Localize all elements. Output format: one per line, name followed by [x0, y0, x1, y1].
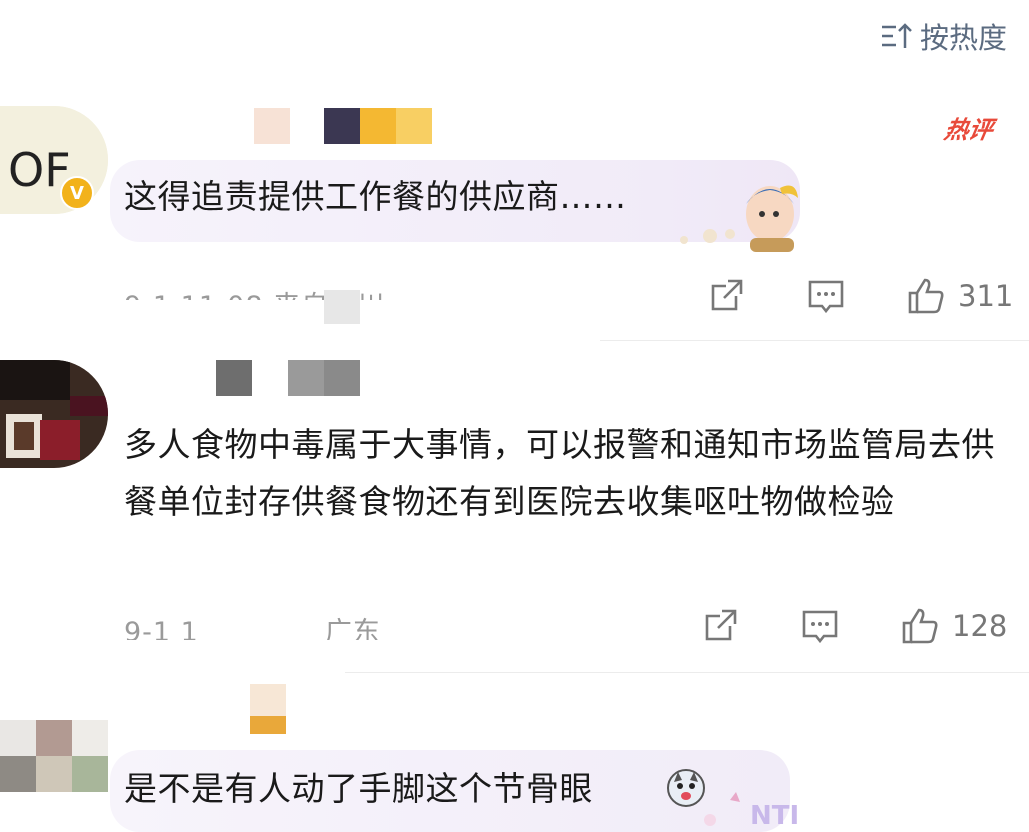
like-button[interactable]: 128 — [900, 606, 1007, 646]
share-button[interactable] — [700, 606, 740, 646]
sort-icon — [881, 23, 912, 48]
share-button[interactable] — [706, 276, 746, 316]
hot-comment-tag: 热评 — [942, 116, 996, 144]
comment-icon — [808, 280, 844, 314]
like-count: 128 — [952, 609, 1008, 643]
comment-meta: 9-1 1 广东 — [124, 610, 381, 640]
sort-by-heat-button[interactable]: 按热度 — [880, 14, 1007, 58]
username-mosaic[interactable] — [216, 360, 366, 396]
decorative-sticker-icon: NTI — [690, 790, 810, 832]
divider — [345, 672, 1029, 673]
verified-badge-icon: V — [60, 176, 94, 210]
share-icon — [705, 609, 737, 641]
share-icon — [711, 279, 743, 311]
comment-time: 9-1 1 — [124, 617, 199, 640]
divider — [600, 340, 1029, 341]
like-count: 311 — [958, 279, 1014, 313]
girl-with-pearl-sticker-icon — [670, 174, 810, 258]
thumbs-up-icon — [902, 608, 938, 644]
avatar[interactable] — [0, 360, 108, 468]
avatar[interactable] — [0, 720, 108, 828]
reply-button[interactable] — [806, 276, 846, 316]
username-mosaic[interactable] — [210, 684, 300, 734]
comment-text: 这得追责提供工作餐的供应商…… — [124, 177, 627, 216]
reply-button[interactable] — [800, 606, 840, 646]
comment-icon — [802, 610, 838, 644]
thumbs-up-icon — [908, 278, 944, 314]
comment-text: 多人食物中毒属于大事情，可以报警和通知市场监管局去供餐单位封存供餐食物还有到医院… — [124, 425, 995, 521]
comment-actions: 311 — [706, 276, 1013, 316]
meta-mosaic — [324, 290, 360, 324]
sort-label: 按热度 — [919, 21, 1007, 55]
comment-actions: 128 — [700, 606, 1007, 646]
comment-location: 广东 — [324, 617, 381, 640]
svg-text:NTI: NTI — [750, 801, 799, 828]
username-mosaic[interactable] — [210, 108, 440, 144]
like-button[interactable]: 311 — [906, 276, 1013, 316]
comment-text: 是不是有人动了手脚这个节骨眼 — [124, 769, 593, 808]
